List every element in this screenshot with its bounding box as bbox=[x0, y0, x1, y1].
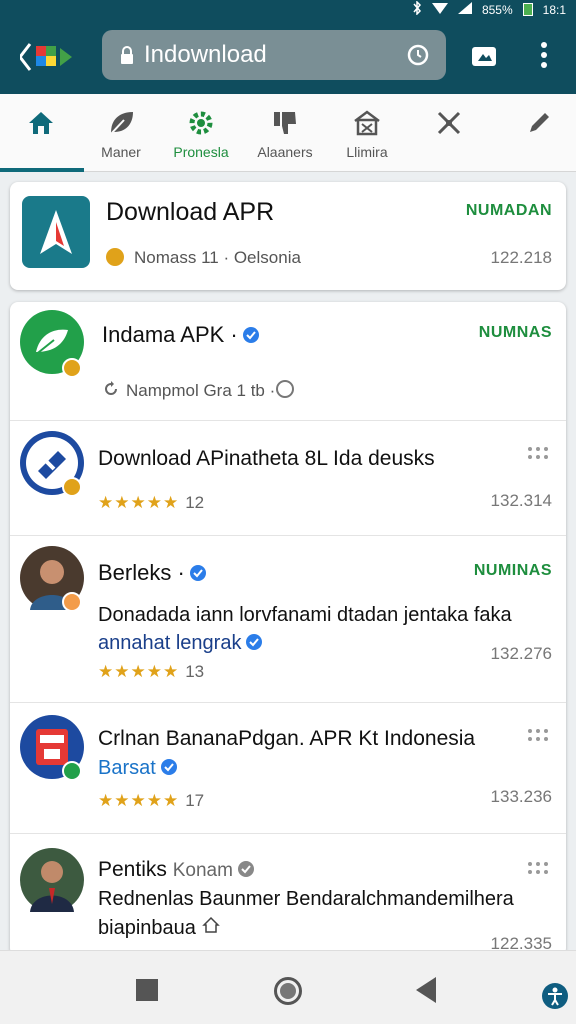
gear-icon bbox=[189, 111, 213, 135]
app-logo-icon[interactable] bbox=[18, 42, 76, 72]
app-tagline: biapinbaua bbox=[98, 916, 220, 940]
status-label: NUMINAS bbox=[473, 562, 552, 579]
more-options-icon[interactable] bbox=[526, 445, 550, 461]
status-label: NUMNAS bbox=[478, 324, 552, 341]
app-list: Indama APK · NUMNAS Nampmol Gra 1 tb · D… bbox=[10, 302, 566, 956]
more-options-icon[interactable] bbox=[526, 860, 550, 876]
tab-label: Alaaners bbox=[257, 144, 313, 160]
tab-edit[interactable] bbox=[494, 108, 576, 164]
app-title: Crlnan BananaPdgan. APR Kt Indonesia bbox=[98, 727, 476, 750]
tab-label: Llimira bbox=[346, 144, 388, 160]
app-title: Pentiks Konam bbox=[98, 858, 255, 882]
home-button-icon[interactable] bbox=[274, 977, 302, 1005]
battery-icon bbox=[522, 3, 533, 16]
badge-icon bbox=[62, 592, 82, 612]
featured-app-card[interactable]: Download APR NUMADAN Nomass 11 · Oelsoni… bbox=[10, 182, 566, 290]
avatar bbox=[20, 848, 84, 912]
rating-count: 13 bbox=[185, 662, 205, 681]
tab-tools[interactable] bbox=[404, 108, 494, 164]
app-tagline: Barsat bbox=[98, 757, 178, 780]
info-icon bbox=[276, 380, 294, 398]
tab-alaaners[interactable]: Alaaners bbox=[240, 108, 330, 164]
star-rating: ★★★★★ 17 bbox=[98, 791, 205, 810]
tab-label: Maner bbox=[101, 144, 141, 160]
verified-icon bbox=[242, 324, 260, 343]
list-item[interactable]: Berleks · NUMINAS Donadada iann lorvfana… bbox=[10, 536, 566, 702]
rating-count: 17 bbox=[185, 791, 205, 810]
active-tab-indicator bbox=[0, 168, 84, 172]
bluetooth-icon bbox=[412, 0, 422, 18]
badge-icon bbox=[62, 477, 82, 497]
app-tagline: annahat lengrak bbox=[98, 632, 263, 655]
leaf-icon bbox=[109, 112, 133, 136]
app-subtitle: Konam bbox=[172, 860, 233, 881]
app-title: Download APinatheta 8L Ida deusks bbox=[98, 447, 435, 470]
download-count: 133.236 bbox=[490, 787, 552, 806]
lock-icon bbox=[120, 46, 134, 64]
status-bar: 855% 18:1 bbox=[0, 0, 576, 18]
pencil-icon bbox=[530, 113, 549, 132]
more-options-icon[interactable] bbox=[526, 727, 550, 743]
tab-label: Pronesla bbox=[173, 144, 229, 160]
list-item[interactable]: Pentiks Konam Rednenlas Baunmer Bendaral… bbox=[10, 834, 566, 956]
tools-icon bbox=[437, 111, 461, 135]
url-bar[interactable]: Indownload bbox=[102, 30, 446, 80]
verified-icon bbox=[245, 633, 263, 651]
tab-home[interactable] bbox=[0, 108, 86, 164]
verified-icon bbox=[160, 758, 178, 776]
app-description: Rednenlas Baunmer Bendaralchmandemilhera bbox=[98, 888, 514, 910]
thumbs-down-icon bbox=[274, 112, 296, 134]
verified-icon bbox=[237, 860, 255, 878]
rating-count: 12 bbox=[185, 493, 205, 512]
tabs-icon[interactable] bbox=[470, 44, 498, 68]
app-description: Donadada iann lorvfanami dtadan jentaka … bbox=[98, 604, 512, 626]
tab-maner[interactable]: Maner bbox=[76, 108, 166, 164]
verified-icon bbox=[189, 562, 207, 581]
download-count: 132.314 bbox=[490, 491, 552, 510]
back-icon[interactable] bbox=[416, 977, 436, 1003]
badge-icon bbox=[62, 358, 82, 378]
tab-llimira[interactable]: Llimira bbox=[322, 108, 412, 164]
url-text: Indownload bbox=[144, 41, 267, 68]
download-count: 122.218 bbox=[490, 248, 552, 267]
wifi-icon bbox=[431, 2, 448, 17]
app-title: Indama APK · bbox=[102, 322, 260, 348]
browser-toolbar: Indownload bbox=[0, 18, 576, 94]
reload-icon[interactable] bbox=[406, 43, 430, 67]
app-icon bbox=[22, 196, 90, 268]
app-meta: Nomass 11 · Oelsonia bbox=[134, 248, 301, 267]
home-icon bbox=[29, 112, 53, 134]
download-count: 132.276 bbox=[490, 644, 552, 663]
clock: 18:1 bbox=[542, 2, 566, 17]
app-meta: Nampmol Gra 1 tb · bbox=[126, 381, 276, 400]
list-item[interactable]: Download APinatheta 8L Ida deusks ★★★★★ 1… bbox=[10, 421, 566, 535]
coin-icon bbox=[106, 248, 124, 266]
recents-icon[interactable] bbox=[136, 979, 158, 1001]
star-rating: ★★★★★ 12 bbox=[98, 493, 205, 512]
list-item[interactable]: Indama APK · NUMNAS Nampmol Gra 1 tb · bbox=[10, 302, 566, 420]
app-title: Download APR bbox=[106, 198, 275, 226]
app-title: Berleks · bbox=[98, 560, 207, 586]
list-item[interactable]: Crlnan BananaPdgan. APR Kt Indonesia Bar… bbox=[10, 703, 566, 833]
system-nav-bar bbox=[0, 950, 576, 1024]
badge-icon bbox=[62, 761, 82, 781]
star-rating: ★★★★★ 13 bbox=[98, 662, 205, 681]
home-outline-icon bbox=[202, 916, 220, 939]
building-icon bbox=[354, 110, 380, 136]
refresh-icon bbox=[102, 380, 120, 403]
tab-pronesla[interactable]: Pronesla bbox=[156, 108, 246, 164]
status-label: NUMADAN bbox=[465, 202, 552, 219]
accessibility-icon[interactable] bbox=[542, 983, 568, 1009]
overflow-menu-icon[interactable] bbox=[536, 40, 552, 70]
signal-icon bbox=[457, 2, 472, 17]
category-nav: Maner Pronesla Alaaners Llimira bbox=[0, 94, 576, 172]
battery-percent: 855% bbox=[481, 2, 513, 17]
